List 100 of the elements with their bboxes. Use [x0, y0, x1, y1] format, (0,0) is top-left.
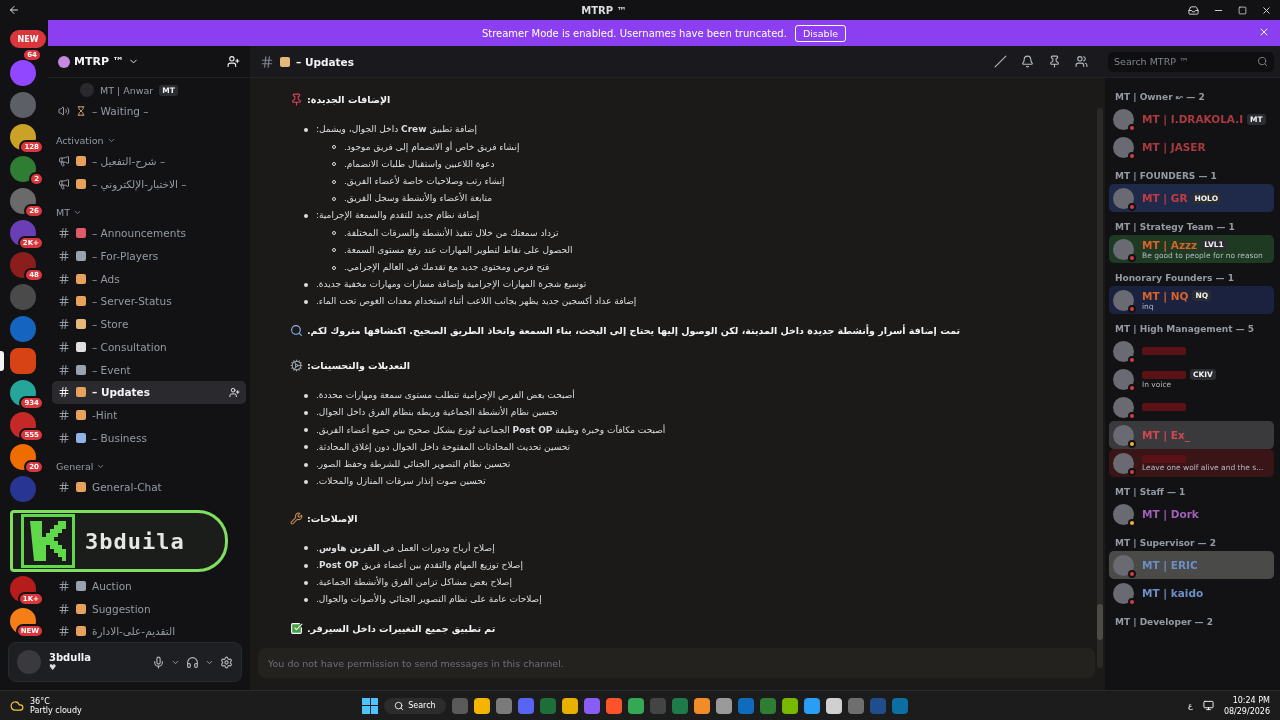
taskbar-app-icon[interactable]	[605, 697, 622, 714]
channel-item[interactable]: Auction	[52, 574, 246, 598]
list-item-text: تحسين نظام الأنشطة الجماعية وربطه بنظام الفرق داخل الجوال.	[316, 405, 558, 420]
member-row[interactable]: MT | Dork	[1109, 500, 1274, 528]
list-item-text: إنشاء رتب وصلاحيات خاصة لأعضاء الفريق.	[344, 174, 505, 188]
inbox-icon[interactable]	[1188, 4, 1199, 16]
member-name[interactable]: MT | Dork	[1142, 508, 1199, 520]
members-icon[interactable]	[1075, 55, 1088, 68]
taskbar-app-icon[interactable]	[473, 697, 490, 714]
bullet-icon	[304, 213, 308, 218]
list-item-text: تزداد سمعتك من خلال تنفيذ الأنشطة والسرقات المختلفة.	[344, 226, 559, 240]
pin-icon[interactable]	[1048, 55, 1061, 68]
server-name[interactable]: MTRP ™	[74, 55, 124, 68]
avatar	[1113, 368, 1134, 390]
invite-icon[interactable]	[227, 55, 240, 68]
close-icon[interactable]	[1261, 4, 1272, 16]
voice-user-name[interactable]: MT | Anwar	[100, 84, 154, 96]
channel-item[interactable]: – الاختبار-الإلكتروني –	[52, 172, 246, 196]
emoji-icon	[76, 251, 86, 262]
taskbar-app-icon[interactable]	[803, 697, 820, 714]
category-name[interactable]: MT	[56, 207, 70, 219]
bullet-icon	[304, 282, 308, 287]
avatar	[80, 83, 94, 97]
list-item-text: تحسين تحديث المحادثات المفتوحة داخل الجوال دون إغلاق المحادثة.	[316, 440, 570, 454]
list-item-text: متابعة الأعضاء والأنشطة وسجل الفريق.	[344, 191, 493, 206]
user-name[interactable]: 3bdulla	[49, 652, 91, 663]
taskbar-search[interactable]: Search	[384, 697, 446, 714]
avatar	[1113, 340, 1134, 362]
channel-item[interactable]: – Business	[52, 426, 246, 449]
channel-item[interactable]: General-Chat	[52, 475, 246, 499]
channel-item[interactable]: – Event	[52, 358, 246, 381]
avatar	[1113, 503, 1134, 525]
disable-button[interactable]: Disable	[794, 24, 847, 42]
display-icon[interactable]	[1202, 700, 1214, 711]
avatar	[1113, 424, 1134, 446]
windows-start-icon[interactable]	[362, 697, 379, 714]
user-status: ♥	[49, 663, 58, 672]
weather-text: Partly cloudy	[30, 705, 82, 715]
clock[interactable]: 10:24 PM 08/29/2026	[1223, 694, 1270, 717]
taskbar-app-icon[interactable]	[715, 697, 732, 714]
taskbar-app-icon[interactable]	[561, 697, 578, 714]
channel-item[interactable]: – Server-Status	[52, 290, 246, 313]
server-icon	[58, 55, 70, 68]
taskbar-app-icon[interactable]	[825, 697, 842, 714]
avatar	[1113, 289, 1134, 311]
bullet-icon	[304, 393, 308, 398]
close-icon[interactable]	[1258, 26, 1270, 38]
emoji-icon	[76, 178, 86, 189]
microphone-icon[interactable]	[152, 655, 165, 669]
member-row[interactable]: MT | kaido	[1109, 579, 1274, 607]
back-icon[interactable]	[8, 4, 20, 16]
hash-icon	[58, 602, 70, 615]
channel-item[interactable]: التقديم-على-الادارة	[52, 620, 246, 643]
search-icon	[1257, 56, 1268, 67]
pin-icon	[290, 93, 303, 107]
maximize-icon[interactable]	[1238, 5, 1247, 15]
list-item-text: إضافة نظام جديد للتقدم والسمعة الإجرامية:	[316, 209, 480, 223]
avatar	[1113, 554, 1134, 576]
member-name[interactable]: MT | NQ	[1142, 289, 1189, 302]
role-heading: Honorary Founders — 1	[1114, 272, 1235, 285]
search-field[interactable]: Search MTRP ™	[1108, 51, 1274, 72]
hash-icon	[58, 318, 70, 331]
category-name[interactable]: Activation	[56, 134, 104, 146]
invite-icon[interactable]	[229, 386, 240, 398]
megaphone-icon	[58, 155, 70, 168]
taskbar-app-icon[interactable]	[627, 697, 644, 714]
taskbar-app-icon[interactable]	[781, 697, 798, 714]
bullet-icon	[304, 445, 308, 450]
section-heading: الإضافات الجديدة:	[307, 94, 391, 106]
channel-name[interactable]: – Waiting –	[92, 105, 240, 118]
window-title: MTRP ™	[581, 4, 627, 16]
settings-icon[interactable]	[220, 655, 233, 669]
headphones-icon[interactable]	[186, 655, 199, 669]
bullet-icon	[304, 580, 308, 585]
logo-text: 3bduila	[85, 528, 185, 554]
emoji-icon	[76, 341, 86, 352]
taskbar-app-icon[interactable]	[693, 697, 710, 714]
list-item-text: إنشاء فريق خاص أو الانضمام إلى فريق موجود.	[344, 140, 520, 154]
avatar	[1113, 452, 1134, 474]
bullet-icon	[304, 546, 308, 551]
channel-item[interactable]: – Consultation	[52, 335, 246, 359]
section-heading: التعديلات والتحسينات:	[307, 360, 410, 372]
language-indicator[interactable]: ع	[1188, 701, 1193, 710]
channel-item[interactable]: -Hint	[52, 403, 246, 427]
channel-item[interactable]: – Ads	[52, 267, 246, 291]
member-name[interactable]: MT | kaido	[1142, 587, 1204, 599]
scrollbar-thumb[interactable]	[1097, 604, 1103, 640]
channel-item[interactable]: – For-Players	[52, 244, 246, 268]
emoji-icon	[76, 482, 86, 493]
channel-item[interactable]: – شرح-التفعيل –	[52, 149, 246, 173]
channel-item[interactable]: – Updates	[52, 380, 246, 404]
channel-item[interactable]: Suggestion	[52, 597, 246, 620]
channel-item[interactable]: – Store	[52, 312, 246, 336]
bell-icon[interactable]	[1021, 55, 1034, 68]
channel-item[interactable]: – Announcements	[52, 222, 246, 245]
category-name[interactable]: General	[56, 460, 94, 472]
list-item-text: إصلاح أرباح ودورات العمل في القرين هاوس.	[316, 541, 495, 556]
role-heading: MT | High Management — 5	[1114, 323, 1256, 336]
megaphone-icon	[58, 177, 70, 190]
message-note: تمت إضافة أسرار وأنشطة جديدة داخل المدينة، لكن الوصول إليها يحتاج إلى البحث، بناء السمعة واتخاذ الطريق الصحيح. اكتشافها متروك لكم.	[307, 324, 961, 336]
